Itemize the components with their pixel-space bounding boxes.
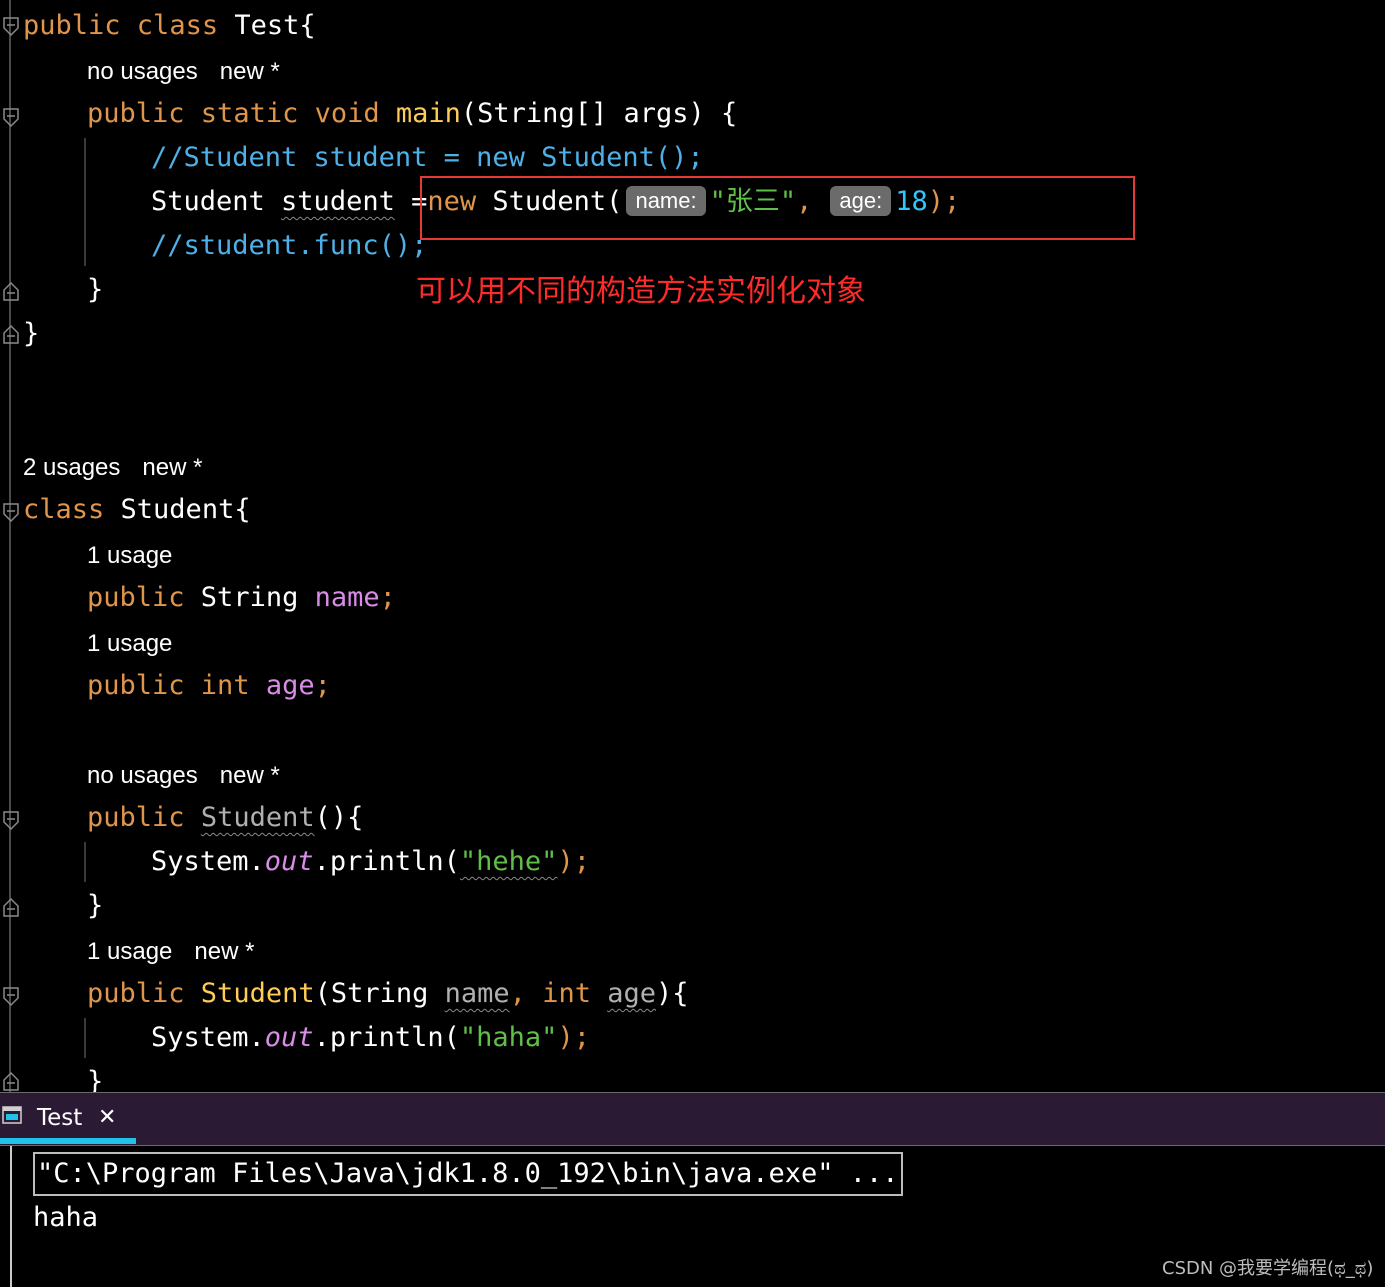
- string-literal: "haha": [459, 1022, 558, 1053]
- code-line-close-brace[interactable]: }: [87, 272, 103, 308]
- indent-guide: [84, 138, 86, 266]
- keyword: class: [120, 10, 235, 41]
- param-name: age: [607, 978, 656, 1009]
- fold-open-icon[interactable]: [2, 107, 20, 129]
- code-line-test-class[interactable]: public class Test{: [23, 8, 316, 44]
- punctuation: );: [557, 846, 590, 877]
- code-line-close-brace[interactable]: }: [23, 316, 39, 352]
- tab-test[interactable]: Test: [37, 1105, 82, 1131]
- fold-open-icon[interactable]: [2, 986, 20, 1008]
- fold-close-icon[interactable]: [2, 896, 20, 918]
- class-name: Student{: [104, 494, 251, 525]
- type-name: Student: [151, 186, 282, 217]
- code-line-student-class[interactable]: class Student{: [23, 492, 251, 528]
- static-field: out: [264, 1022, 314, 1053]
- author-hint[interactable]: new *: [194, 938, 254, 965]
- usages-hint[interactable]: 1 usage: [87, 630, 172, 657]
- type-name: String: [184, 582, 315, 613]
- punctuation: ){: [656, 978, 689, 1009]
- code-line-ctor1-signature[interactable]: public Student(){: [87, 800, 363, 836]
- keyword: int: [184, 670, 266, 701]
- keyword: static: [184, 98, 299, 129]
- static-field: out: [264, 846, 314, 877]
- keyword: public: [23, 10, 121, 41]
- keyword: public: [87, 802, 185, 833]
- method-name: main: [379, 98, 461, 129]
- author-hint[interactable]: new *: [142, 454, 202, 481]
- fold-close-icon[interactable]: [2, 1070, 20, 1092]
- class-name: Test{: [234, 10, 316, 41]
- usages-hint[interactable]: no usages: [87, 762, 198, 789]
- string-literal: "hehe": [459, 846, 558, 877]
- usages-hint[interactable]: 2 usages: [23, 454, 120, 481]
- keyword: public: [87, 670, 185, 701]
- code-line-close-brace[interactable]: }: [87, 1064, 103, 1092]
- code-line-main-signature[interactable]: public static void main(String[] args) {: [87, 96, 737, 132]
- run-tool-window-tabbar: Test ✕: [0, 1092, 1385, 1146]
- fold-close-icon[interactable]: [2, 280, 20, 302]
- indent-guide: [84, 842, 86, 882]
- inlay-hint-name-field[interactable]: 1 usage: [87, 541, 194, 571]
- fold-close-icon[interactable]: [2, 323, 20, 345]
- author-hint[interactable]: new *: [220, 58, 280, 85]
- code-line-println[interactable]: System.out.println("hehe");: [151, 844, 590, 880]
- code-line-comment[interactable]: //Student student = new Student();: [151, 140, 704, 176]
- variable-name: student: [281, 186, 395, 217]
- constructor-name: Student: [200, 802, 315, 833]
- method-params: (String[] args) {: [460, 98, 738, 129]
- field-name: age: [265, 670, 315, 701]
- annotation-text: 可以用不同的构造方法实例化对象: [416, 274, 866, 309]
- code-line-name-field[interactable]: public String name;: [87, 580, 396, 616]
- console-gutter: [10, 1146, 12, 1287]
- usages-hint[interactable]: no usages: [87, 58, 198, 85]
- close-icon[interactable]: ✕: [98, 1105, 116, 1130]
- usages-hint[interactable]: 1 usage: [87, 938, 172, 965]
- keyword: public: [87, 98, 185, 129]
- inlay-hint-age-field[interactable]: 1 usage: [87, 629, 194, 659]
- inlay-hint-ctor2[interactable]: 1 usage new *: [87, 937, 276, 967]
- keyword: public: [87, 978, 185, 1009]
- author-hint[interactable]: new *: [220, 762, 280, 789]
- gutter-line: [9, 0, 11, 1092]
- method-call: .println(: [313, 1022, 460, 1053]
- inlay-hint-ctor1[interactable]: no usages new *: [87, 761, 302, 791]
- punctuation: ;: [379, 582, 396, 613]
- code-editor[interactable]: public class Test{ no usages new * public…: [0, 0, 1385, 1092]
- punctuation: (){: [314, 802, 364, 833]
- keyword: int: [525, 978, 608, 1009]
- code-line-close-brace[interactable]: }: [87, 888, 103, 924]
- highlight-box: [420, 176, 1135, 240]
- method-call: .println(: [313, 846, 460, 877]
- punctuation: ;: [314, 670, 331, 701]
- code-line-age-field[interactable]: public int age;: [87, 668, 331, 704]
- fold-open-icon[interactable]: [2, 16, 20, 38]
- fold-open-icon[interactable]: [2, 810, 20, 832]
- watermark: CSDN @我要学编程(ಥ_ಥ): [1162, 1258, 1374, 1279]
- param-name: name: [444, 978, 510, 1009]
- class-ref: System.: [151, 846, 265, 877]
- class-ref: System.: [151, 1022, 265, 1053]
- keyword: void: [298, 98, 380, 129]
- keyword: public: [87, 582, 185, 613]
- inlay-hint-student-class[interactable]: 2 usages new *: [23, 453, 224, 483]
- field-name: name: [314, 582, 380, 613]
- console-output-line: haha: [33, 1202, 99, 1233]
- active-tab-indicator: [0, 1138, 136, 1144]
- console-icon: [2, 1106, 22, 1124]
- keyword: class: [23, 494, 105, 525]
- console-command-line[interactable]: "C:\Program Files\Java\jdk1.8.0_192\bin\…: [33, 1152, 903, 1196]
- inlay-hint-main[interactable]: no usages new *: [87, 57, 302, 87]
- usages-hint[interactable]: 1 usage: [87, 542, 172, 569]
- punctuation: );: [557, 1022, 590, 1053]
- punctuation: ,: [509, 978, 526, 1009]
- type-name: (String: [314, 978, 445, 1009]
- constructor-name: Student: [184, 978, 315, 1009]
- code-line-ctor2-signature[interactable]: public Student(String name, int age){: [87, 976, 689, 1012]
- fold-open-icon[interactable]: [2, 502, 20, 524]
- code-line-comment[interactable]: //student.func();: [151, 228, 427, 264]
- indent-guide: [84, 1018, 86, 1058]
- code-line-println[interactable]: System.out.println("haha");: [151, 1020, 590, 1056]
